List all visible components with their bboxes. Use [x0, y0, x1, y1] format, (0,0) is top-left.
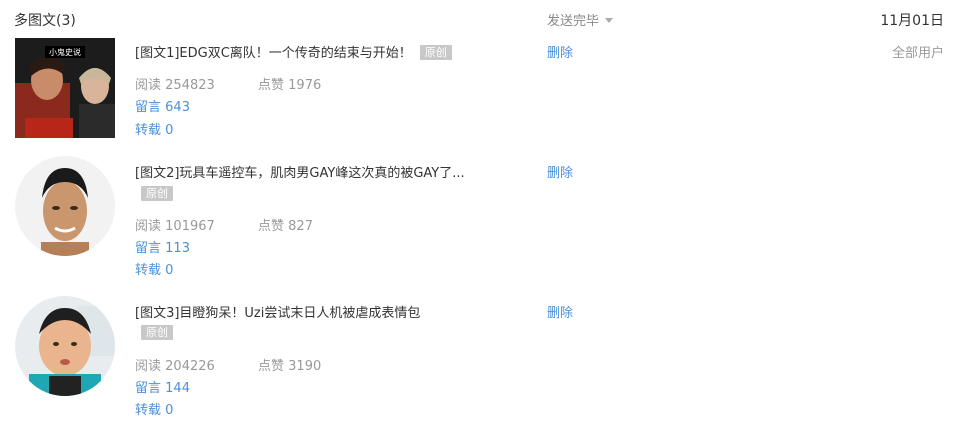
read-count: 204226 — [165, 359, 215, 374]
comment-link[interactable]: 留言 643 — [135, 96, 190, 115]
comment-label: 留言 — [135, 381, 162, 396]
article-title[interactable]: [图文3]目瞪狗呆！Uzi尝试末日人机被虐成表情包 — [135, 302, 420, 321]
like-count: 827 — [288, 219, 313, 234]
caret-down-icon — [605, 18, 614, 23]
list-header: 多图文(3) 发送完毕 11月01日 — [0, 0, 966, 36]
repost-label: 转载 — [135, 403, 162, 418]
group-title: 多图文(3) — [14, 13, 76, 29]
article-thumbnail[interactable]: 小鬼史说 — [15, 38, 115, 138]
audience-label: 全部用户 — [891, 46, 944, 61]
like-label: 点赞 — [258, 219, 285, 234]
read-stat: 阅读 254823 — [135, 74, 215, 93]
original-badge: 原创 — [141, 186, 173, 201]
repost-link[interactable]: 转载 0 — [135, 399, 173, 418]
repost-label: 转载 — [135, 263, 162, 278]
repost-count: 0 — [165, 403, 174, 418]
read-count: 254823 — [165, 78, 215, 93]
delete-button[interactable]: 删除 — [547, 302, 573, 321]
comment-link[interactable]: 留言 144 — [135, 377, 190, 396]
read-label: 阅读 — [135, 78, 162, 93]
repost-label: 转载 — [135, 123, 162, 138]
repost-link[interactable]: 转载 0 — [135, 259, 173, 278]
article-thumbnail[interactable] — [15, 296, 115, 396]
read-count: 101967 — [165, 219, 215, 234]
article-thumbnail[interactable] — [15, 156, 115, 256]
like-count: 1976 — [288, 78, 322, 93]
repost-count: 0 — [165, 263, 174, 278]
repost-count: 0 — [165, 123, 174, 138]
comment-label: 留言 — [135, 100, 162, 115]
comment-count: 113 — [165, 241, 190, 256]
like-label: 点赞 — [258, 359, 285, 374]
thumb-caption: 小鬼史说 — [49, 47, 81, 57]
comment-label: 留言 — [135, 241, 162, 256]
read-label: 阅读 — [135, 359, 162, 374]
read-stat: 阅读 101967 — [135, 215, 215, 234]
comment-link[interactable]: 留言 113 — [135, 237, 190, 256]
original-badge: 原创 — [419, 45, 452, 60]
like-stat: 点赞 3190 — [258, 355, 321, 374]
article-title[interactable]: [图文2]玩具车遥控车，肌肉男GAY峰这次真的被GAY了... — [135, 162, 465, 181]
delete-button[interactable]: 删除 — [547, 162, 573, 181]
delete-button[interactable]: 删除 — [547, 42, 573, 61]
like-stat: 点赞 1976 — [258, 74, 321, 93]
like-count: 3190 — [288, 359, 322, 374]
list-item: [图文2]玩具车遥控车，肌肉男GAY峰这次真的被GAY了... 原创 阅读 10… — [0, 156, 966, 286]
article-title[interactable]: [图文1]EDG双C离队！一个传奇的结束与开始！ 原创 — [135, 42, 452, 61]
comment-count: 643 — [165, 100, 190, 115]
read-label: 阅读 — [135, 219, 162, 234]
article-title-text: [图文1]EDG双C离队！一个传奇的结束与开始！ — [135, 46, 412, 61]
repost-link[interactable]: 转载 0 — [135, 119, 173, 138]
original-badge: 原创 — [141, 325, 173, 340]
status-label: 发送完毕 — [547, 14, 600, 29]
comment-count: 144 — [165, 381, 190, 396]
read-stat: 阅读 204226 — [135, 355, 215, 374]
send-date: 11月01日 — [880, 13, 944, 29]
like-label: 点赞 — [258, 78, 285, 93]
like-stat: 点赞 827 — [258, 215, 313, 234]
status-filter-dropdown[interactable]: 发送完毕 — [547, 10, 614, 29]
list-item: [图文3]目瞪狗呆！Uzi尝试末日人机被虐成表情包 原创 阅读 204226 点… — [0, 296, 966, 426]
list-item: 小鬼史说 [图文1]EDG双C离队！一个传奇的结束与开始！ 原创 阅读 25482… — [0, 36, 966, 146]
